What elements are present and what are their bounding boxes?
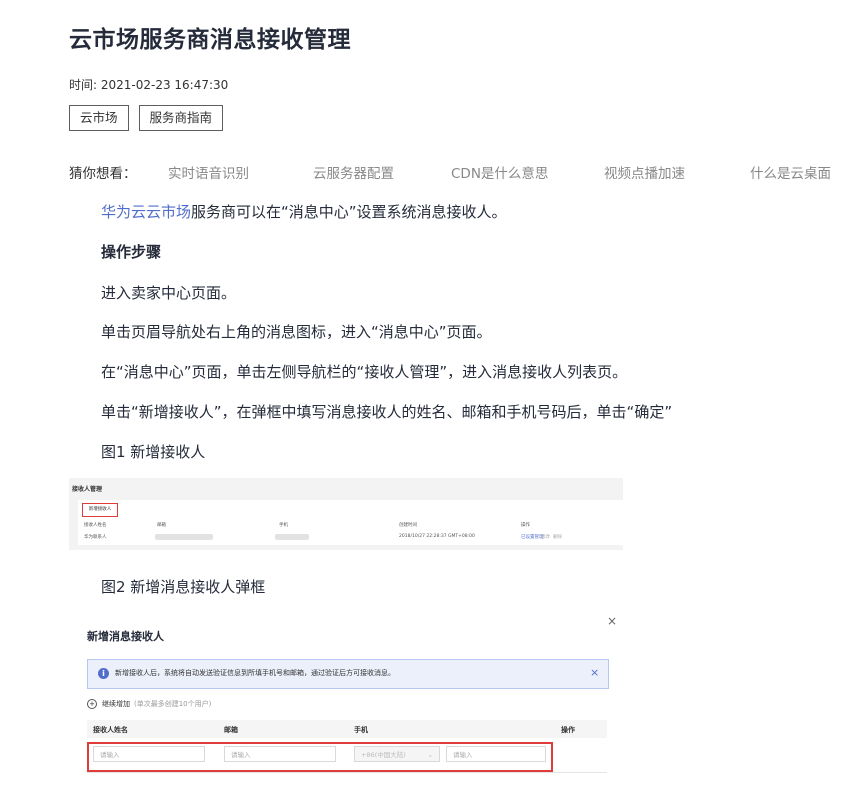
fig2-notice-close-icon: × bbox=[590, 666, 600, 679]
fig2-row-divider bbox=[87, 772, 607, 773]
fig2-country-code-select: +86(中国大陆) ⌄ bbox=[354, 746, 440, 762]
guess-link[interactable]: 云服务器配置 bbox=[313, 162, 394, 182]
fig2-close-icon: × bbox=[607, 614, 618, 628]
plus-circle-icon: + bbox=[87, 699, 97, 709]
info-icon: i bbox=[98, 668, 109, 679]
publish-time: 时间: 2021-02-23 16:47:30 bbox=[69, 78, 229, 92]
fig2-col-phone: 手机 bbox=[354, 726, 368, 734]
fig2-add-more-hint: (单次最多创建10个用户) bbox=[134, 700, 212, 708]
intro-paragraph: 华为云云市场服务商可以在“消息中心”设置系统消息接收人。 bbox=[101, 201, 507, 222]
figure-2-screenshot: × 新增消息接收人 i 新增接收人后，系统将自动发送验证信息到所填手机号和邮箱，… bbox=[69, 612, 623, 782]
chevron-down-icon: ⌄ bbox=[427, 751, 433, 759]
fig1-add-receiver-button: 新增接收人 bbox=[82, 503, 118, 517]
step-4: 单击“新增接收人”，在弹框中填写消息接收人的姓名、邮箱和手机号码后，单击“确定” bbox=[101, 403, 673, 421]
fig2-add-more-label: 继续增加 bbox=[102, 700, 130, 708]
fig2-col-name: 接收人姓名 bbox=[93, 726, 128, 734]
tag-cloud-market[interactable]: 云市场 bbox=[69, 105, 129, 131]
fig1-row-email-blurred bbox=[155, 534, 213, 540]
guess-link[interactable]: 什么是云桌面 bbox=[750, 162, 831, 182]
fig2-table-header: 接收人姓名 邮箱 手机 操作 bbox=[87, 720, 607, 738]
fig2-country-code: +86(中国大陆) bbox=[361, 751, 406, 759]
fig2-notice-banner: i 新增接收人后，系统将自动发送验证信息到所填手机号和邮箱，通过验证后方可接收消… bbox=[87, 659, 609, 689]
steps-heading: 操作步骤 bbox=[101, 243, 162, 261]
fig1-col-email: 邮箱 bbox=[157, 523, 166, 528]
figure-2-caption: 图2 新增消息接收人弹框 bbox=[101, 578, 266, 596]
figure-1-caption: 图1 新增接收人 bbox=[101, 443, 206, 461]
fig1-col-phone: 手机 bbox=[279, 523, 288, 528]
guess-label: 猜你想看： bbox=[69, 166, 137, 182]
page-title: 云市场服务商消息接收管理 bbox=[69, 27, 351, 53]
fig2-phone-input: 请输入 bbox=[446, 746, 546, 762]
fig1-col-created: 创建时间 bbox=[399, 523, 417, 528]
step-1: 进入卖家中心页面。 bbox=[101, 284, 237, 302]
tag-provider-guide[interactable]: 服务商指南 bbox=[138, 105, 224, 131]
fig2-notice-text: 新增接收人后，系统将自动发送验证信息到所填手机号和邮箱，通过验证后方可接收消息。 bbox=[115, 669, 395, 677]
fig1-row-name: 华为联系人 bbox=[84, 535, 107, 540]
guess-link[interactable]: 视频点播加速 bbox=[604, 162, 685, 182]
intro-link[interactable]: 华为云云市场 bbox=[101, 203, 191, 221]
fig2-name-input: 请输入 bbox=[93, 746, 205, 762]
fig1-row-op-edit: 修改 bbox=[541, 535, 550, 540]
step-2: 单击页眉导航处右上角的消息图标，进入“消息中心”页面。 bbox=[101, 323, 492, 341]
fig1-col-name: 接收人姓名 bbox=[84, 523, 107, 528]
fig1-row-created: 2018/10/27 22:28:37 GMT+08:00 bbox=[399, 534, 475, 539]
fig2-col-email: 邮箱 bbox=[224, 726, 238, 734]
guess-link[interactable]: CDN是什么意思 bbox=[451, 162, 548, 182]
fig1-row-op-delete: 删除 bbox=[553, 535, 562, 540]
fig1-col-ops: 操作 bbox=[521, 523, 530, 528]
fig1-title: 接收人管理 bbox=[72, 486, 103, 493]
guess-link[interactable]: 实时语音识别 bbox=[168, 162, 249, 182]
guess-you-like: 猜你想看： 实时语音识别 云服务器配置 CDN是什么意思 视频点播加速 什么是云… bbox=[69, 162, 859, 182]
fig2-dialog-title: 新增消息接收人 bbox=[87, 630, 164, 643]
fig1-row-phone-blurred bbox=[275, 534, 309, 540]
fig2-email-input: 请输入 bbox=[224, 746, 336, 762]
step-3: 在“消息中心”页面，单击左侧导航栏的“接收人管理”，进入消息接收人列表页。 bbox=[101, 363, 628, 381]
fig2-col-ops: 操作 bbox=[561, 726, 575, 734]
fig2-add-more: + 继续增加 (单次最多创建10个用户) bbox=[87, 699, 211, 709]
intro-text: 服务商可以在“消息中心”设置系统消息接收人。 bbox=[191, 203, 507, 221]
tag-list: 云市场 服务商指南 bbox=[69, 105, 224, 131]
figure-1-screenshot: 接收人管理 新增接收人 接收人姓名 邮箱 手机 创建时间 操作 华为联系人 20… bbox=[69, 478, 623, 550]
